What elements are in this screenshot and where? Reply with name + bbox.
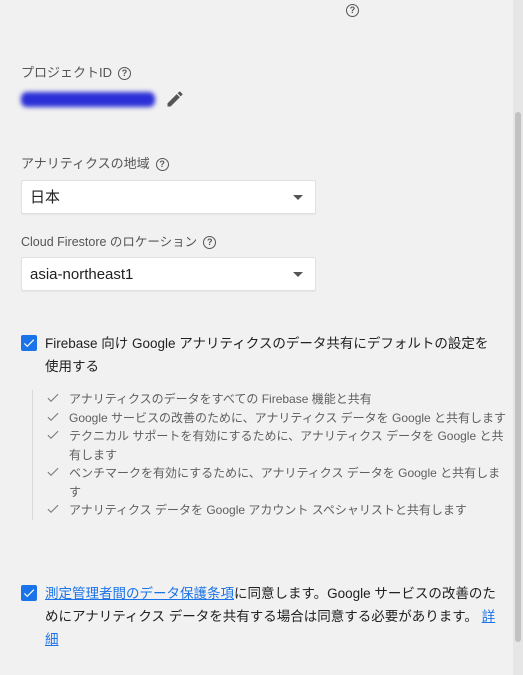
list-item: ベンチマークを有効にするために、アナリティクス データを Google と共有し… — [33, 464, 508, 501]
dropdown-arrow-icon — [293, 195, 303, 200]
firestore-location-select[interactable]: asia-northeast1 — [21, 257, 316, 291]
dropdown-arrow-icon — [293, 272, 303, 277]
terms-text: 測定管理者間のデータ保護条項に同意します。Google サービスの改善のためにア… — [45, 586, 496, 647]
default-sharing-text: Firebase 向け Google アナリティクスのデータ共有にデフォルトの設… — [45, 336, 489, 374]
scrollbar-thumb[interactable] — [515, 112, 521, 642]
check-icon — [23, 589, 35, 598]
analytics-region-select[interactable]: 日本 — [21, 180, 316, 214]
list-item: アナリティクスのデータをすべての Firebase 機能と共有 — [33, 390, 508, 409]
check-icon — [47, 412, 59, 421]
analytics-region-label: アナリティクスの地域? — [21, 153, 169, 172]
terms-checkbox[interactable] — [21, 585, 37, 601]
project-id-row: mydotnetappe-627d3 — [21, 88, 185, 110]
firestore-location-value: asia-northeast1 — [30, 266, 134, 283]
help-icon[interactable]: ? — [155, 158, 169, 172]
check-icon — [47, 504, 59, 513]
data-protection-terms-link[interactable]: 測定管理者間のデータ保護条項 — [45, 586, 234, 601]
help-icon[interactable]: ? — [118, 67, 132, 81]
check-icon — [47, 393, 59, 402]
list-item: アナリティクス データを Google アカウント スペシャリストと共有します — [33, 501, 508, 520]
check-icon — [47, 430, 59, 439]
project-id-value: mydotnetappe-627d3 — [21, 91, 156, 107]
list-item: テクニカル サポートを有効にするために、アナリティクス データを Google … — [33, 427, 508, 464]
scrollbar[interactable] — [513, 0, 523, 675]
help-icon[interactable]: ? — [346, 4, 359, 17]
list-item: Google サービスの改善のために、アナリティクス データを Google と… — [33, 409, 508, 428]
sharing-details-list: アナリティクスのデータをすべての Firebase 機能と共有 Google サ… — [32, 390, 508, 520]
analytics-region-value: 日本 — [30, 189, 61, 206]
pencil-icon[interactable] — [165, 89, 185, 109]
project-id-label: プロジェクトID? — [21, 62, 132, 81]
default-sharing-checkbox[interactable] — [21, 335, 37, 351]
check-icon — [23, 339, 35, 348]
firestore-location-label: Cloud Firestore のロケーション? — [21, 231, 217, 250]
project-setup-panel: ? プロジェクトID? mydotnetappe-627d3 アナリティクスの地… — [0, 0, 513, 675]
check-icon — [47, 467, 59, 476]
help-icon[interactable]: ? — [203, 236, 217, 250]
